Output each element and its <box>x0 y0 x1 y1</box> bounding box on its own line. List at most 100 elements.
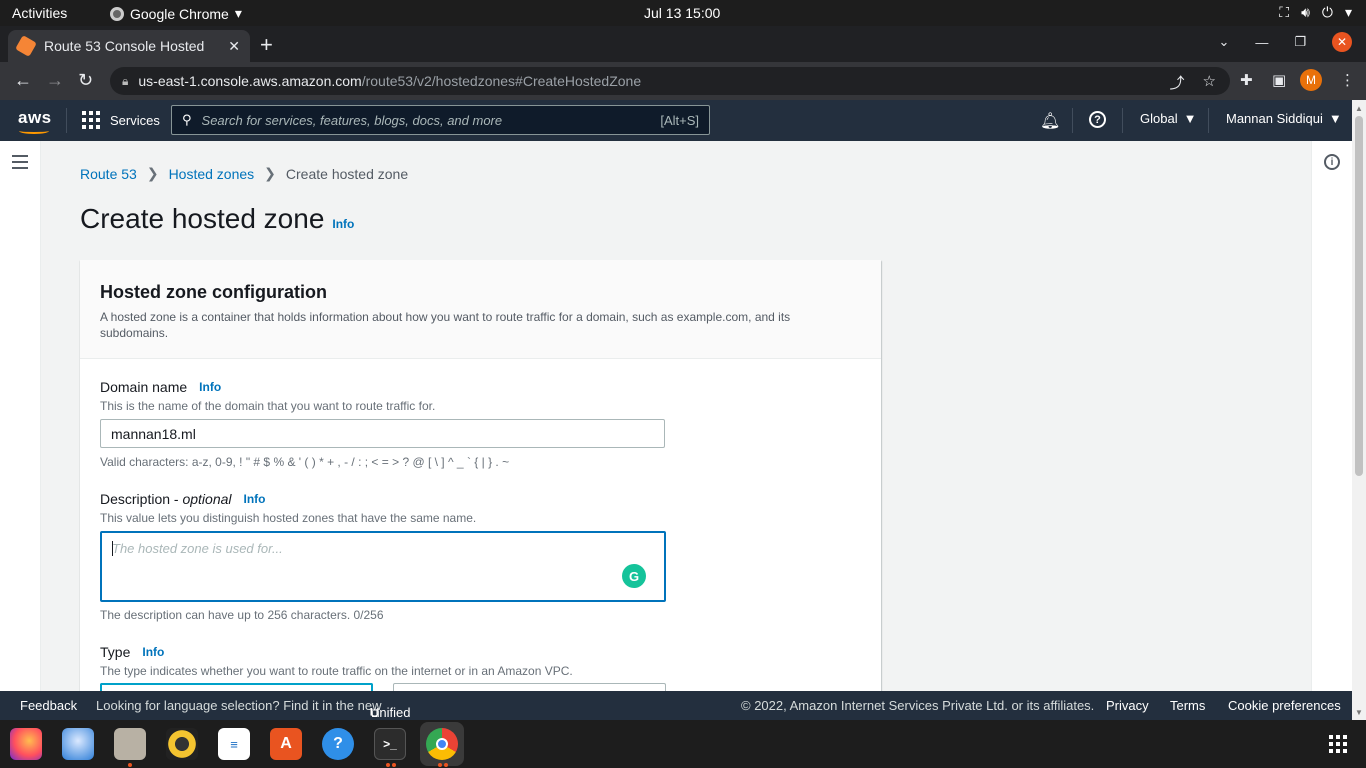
volume-icon: 🔊︎ <box>1301 4 1310 20</box>
breadcrumb-hosted-zones[interactable]: Hosted zones <box>169 166 255 182</box>
info-link[interactable]: Info <box>199 380 221 394</box>
thunderbird-icon[interactable] <box>62 728 94 760</box>
caret-down-icon: ▼ <box>1328 111 1342 126</box>
chrome-icon[interactable] <box>426 728 458 760</box>
extensions-icon[interactable]: ✚ <box>1240 71 1253 89</box>
scrollbar-thumb[interactable] <box>1355 116 1363 476</box>
share-icon[interactable]: ⤴ <box>1170 72 1185 93</box>
divider <box>1208 108 1209 133</box>
terminal-icon[interactable]: >_ <box>374 728 406 760</box>
chevron-right-icon: ❯ <box>146 165 159 181</box>
aws-console-nav: aws Services ⚲ Search for services, feat… <box>0 100 1352 141</box>
text-caret <box>112 541 113 556</box>
description-textarea[interactable]: The hosted zone is used for... G <box>100 531 666 602</box>
panel-description: A hosted zone is a container that holds … <box>100 310 791 340</box>
public-hosted-zone-tile[interactable] <box>100 683 373 691</box>
page-title: Create hosted zone Info <box>80 203 354 235</box>
account-menu[interactable]: Mannan Siddiqui ▼ <box>1226 111 1342 126</box>
language-prompt: Looking for language selection? Find it … <box>96 698 382 713</box>
privacy-link[interactable]: Privacy <box>1106 698 1149 713</box>
system-top-bar: Activities Google Chrome ▾ Jul 13 15:00 … <box>0 0 1366 26</box>
close-tab-icon[interactable]: ✕ <box>228 38 240 55</box>
domain-name-input[interactable]: mannan18.ml <box>100 419 665 448</box>
info-link[interactable]: Info <box>244 492 266 506</box>
running-indicator <box>386 763 390 767</box>
valid-characters-hint: Valid characters: a-z, 0-9, ! " # $ % & … <box>100 455 510 469</box>
clock[interactable]: Jul 13 15:00 <box>644 5 720 21</box>
chevron-right-icon: ❯ <box>264 165 276 181</box>
type-hint: The type indicates whether you want to r… <box>100 664 573 678</box>
hamburger-menu-icon[interactable] <box>12 155 28 173</box>
info-link[interactable]: Info <box>142 645 164 659</box>
new-tab-button[interactable]: + <box>260 32 273 58</box>
divider <box>66 108 67 133</box>
panel-title: Hosted zone configuration <box>100 282 327 302</box>
browser-tab[interactable]: Route 53 Console Hosted ✕ <box>8 30 250 62</box>
type-field: Type Info The type indicates whether you… <box>100 644 573 678</box>
network-icon: ⛶ <box>1279 4 1290 20</box>
panel-header: Hosted zone configuration A hosted zone … <box>80 260 881 359</box>
search-placeholder: Search for services, features, blogs, do… <box>201 112 503 128</box>
running-indicator <box>444 763 448 767</box>
restore-button[interactable]: ❐ <box>1294 34 1306 50</box>
address-bar[interactable]: 🔒︎ us-east-1.console.aws.amazon.com /rou… <box>110 67 1230 95</box>
tab-search-icon[interactable]: ⌄ <box>1218 34 1229 50</box>
help-icon[interactable]: ? <box>1089 111 1106 128</box>
services-label: Services <box>110 112 160 128</box>
external-link-icon: ⧉ <box>370 705 380 720</box>
domain-name-hint: This is the name of the domain that you … <box>100 399 436 413</box>
side-panel-icon[interactable]: ▣ <box>1272 71 1286 89</box>
lock-icon[interactable]: 🔒︎ <box>122 74 128 89</box>
terms-link[interactable]: Terms <box>1170 698 1205 713</box>
tab-strip: Route 53 Console Hosted ✕ + ⌄ — ❐ ✕ <box>0 26 1366 62</box>
info-panel-icon[interactable]: i <box>1324 154 1340 170</box>
grid-icon <box>82 111 100 129</box>
breadcrumb-current: Create hosted zone <box>285 165 409 182</box>
aws-logo[interactable]: aws <box>18 108 52 134</box>
show-applications-icon[interactable] <box>1329 735 1347 753</box>
feedback-link[interactable]: Feedback <box>20 698 77 713</box>
scroll-up-icon[interactable]: ▲ <box>1355 104 1363 113</box>
divider <box>1072 108 1073 133</box>
close-window-button[interactable]: ✕ <box>1332 32 1352 52</box>
search-input[interactable]: ⚲ Search for services, features, blogs, … <box>171 105 710 135</box>
rhythmbox-icon[interactable] <box>166 728 198 760</box>
private-hosted-zone-tile[interactable] <box>393 683 666 691</box>
software-icon[interactable]: A <box>270 728 302 760</box>
menu-kebab-icon[interactable]: ⋮ <box>1340 71 1355 89</box>
forward-button[interactable]: → <box>46 70 64 91</box>
cookie-preferences-link[interactable]: Cookie preferences <box>1228 698 1341 713</box>
firefox-icon[interactable] <box>10 728 42 760</box>
bookmark-star-icon[interactable]: ☆ <box>1203 72 1216 93</box>
minimize-button[interactable]: — <box>1255 35 1268 50</box>
system-tray[interactable]: ⛶ 🔊︎ ⏻ ▾ <box>1279 4 1352 21</box>
help-icon[interactable]: ? <box>322 728 354 760</box>
page-scrollbar[interactable]: ▲ ▼ <box>1352 100 1366 720</box>
profile-avatar[interactable]: M <box>1300 69 1322 91</box>
dock: ≡ A ? >_ <box>0 720 1366 768</box>
files-icon[interactable] <box>114 728 146 760</box>
domain-name-field: Domain name Info This is the name of the… <box>100 379 665 469</box>
notifications-bell-icon[interactable]: 🔔︎ <box>1040 111 1060 131</box>
info-link[interactable]: Info <box>332 217 354 231</box>
route53-favicon-icon <box>15 35 37 57</box>
tab-title: Route 53 Console Hosted <box>44 38 205 54</box>
running-indicator <box>128 763 132 767</box>
region-selector[interactable]: Global ▼ <box>1140 111 1196 126</box>
breadcrumb-route53[interactable]: Route 53 <box>80 166 137 182</box>
app-name: Google Chrome <box>130 5 229 22</box>
breadcrumb: Route 53 ❯ Hosted zones ❯ Create hosted … <box>80 165 408 182</box>
grammarly-icon[interactable]: G <box>622 564 646 588</box>
scroll-down-icon[interactable]: ▼ <box>1355 708 1363 717</box>
services-menu-button[interactable]: Services <box>82 111 160 129</box>
window-controls: ⌄ — ❐ ✕ <box>1218 32 1352 52</box>
back-button[interactable]: ← <box>14 70 32 91</box>
power-icon: ⏻ <box>1321 4 1333 20</box>
hosted-zone-config-panel: Hosted zone configuration A hosted zone … <box>80 260 881 691</box>
description-placeholder: The hosted zone is used for... <box>112 541 283 556</box>
copyright: © 2022, Amazon Internet Services Private… <box>741 698 1095 713</box>
writer-icon[interactable]: ≡ <box>218 728 250 760</box>
reload-button[interactable]: ↻ <box>78 70 93 91</box>
app-menu[interactable]: Google Chrome ▾ <box>110 5 242 22</box>
activities-button[interactable]: Activities <box>12 5 67 21</box>
